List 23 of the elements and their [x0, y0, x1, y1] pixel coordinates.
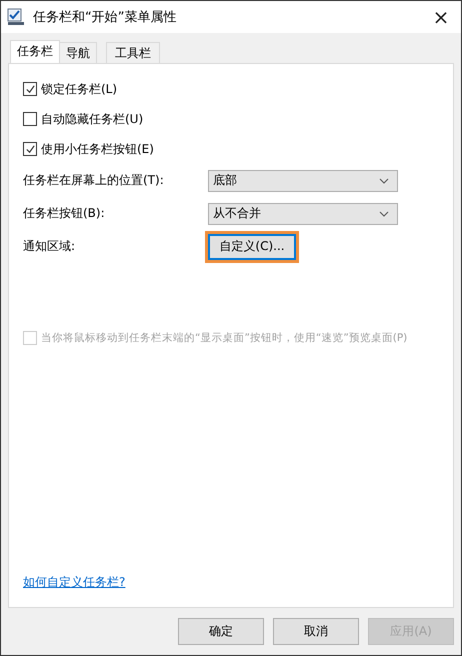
field-label: 通知区域:: [23, 238, 76, 255]
checkbox[interactable]: [23, 112, 37, 126]
dialog-button[interactable]: 取消: [273, 618, 359, 645]
field-label: 任务栏按钮(B):: [23, 205, 106, 222]
field-label: 任务栏在屏幕上的位置(T):: [23, 172, 165, 189]
taskbar-icon: [7, 8, 25, 26]
help-link[interactable]: 如何自定义任务栏?: [23, 574, 126, 591]
checkbox-label: 使用小任务栏按钮(E): [41, 140, 154, 158]
checkbox[interactable]: [23, 142, 37, 156]
dropdown[interactable]: 从不合并: [208, 202, 398, 224]
tab[interactable]: 导航: [59, 42, 97, 63]
close-button[interactable]: ×: [421, 1, 461, 33]
dropdown[interactable]: 底部: [208, 170, 398, 192]
chevron-down-icon: [379, 210, 389, 216]
chevron-down-icon: [379, 178, 389, 184]
dialog-button[interactable]: 确定: [178, 618, 264, 645]
checkbox-label: 当你将鼠标移动到任务栏末端的“显示桌面”按钮时，使用“速览”预览桌面(P): [41, 331, 408, 345]
checkbox-label: 锁定任务栏(L): [41, 80, 118, 98]
window-title: 任务栏和“开始”菜单属性: [33, 9, 178, 26]
tab[interactable]: 工具栏: [106, 42, 160, 63]
tab[interactable]: 任务栏: [10, 40, 60, 63]
checkbox-label: 自动隐藏任务栏(U): [41, 110, 144, 128]
checkbox[interactable]: [23, 82, 37, 96]
